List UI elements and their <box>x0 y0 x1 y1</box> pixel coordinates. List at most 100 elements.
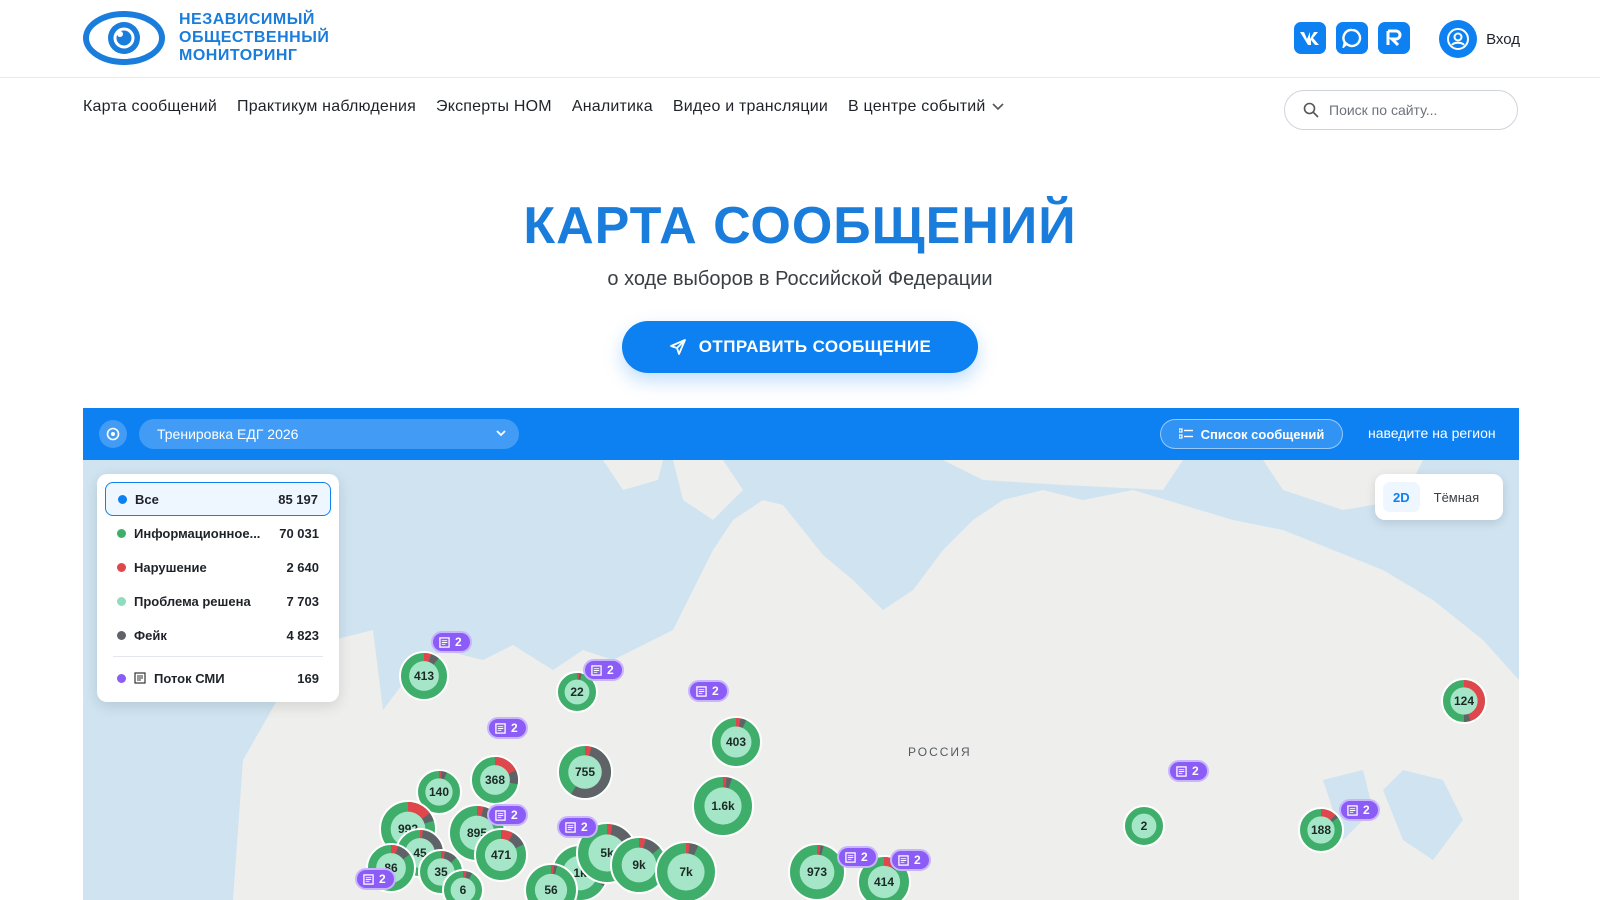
list-icon <box>1178 428 1193 439</box>
newspaper-icon <box>495 809 506 821</box>
map-cluster[interactable]: 188 <box>1298 807 1344 853</box>
cluster-count: 403 <box>726 735 746 749</box>
legend-label: Фейк <box>134 627 167 643</box>
view-2d-option[interactable]: 2D <box>1383 482 1420 512</box>
newspaper-icon <box>696 685 707 697</box>
cluster-count: 6 <box>460 883 467 897</box>
election-select[interactable]: Тренировка ЕДГ 2026 <box>139 419 519 449</box>
cluster-count: 1.6k <box>711 799 735 813</box>
chevron-down-icon <box>496 430 506 437</box>
user-icon <box>1439 20 1478 58</box>
view-dark-option[interactable]: Тёмная <box>1424 482 1490 512</box>
map-cluster[interactable]: 471 <box>474 828 528 882</box>
map-toolbar: Тренировка ЕДГ 2026 Список сообщений нав… <box>83 408 1519 460</box>
legend-label: Нарушение <box>134 559 207 575</box>
site-header: НЕЗАВИСИМЫЙ ОБЩЕСТВЕННЫЙ МОНИТОРИНГ Вход <box>0 0 1600 78</box>
location-button[interactable] <box>99 420 127 448</box>
media-badge[interactable]: 2 <box>487 804 528 826</box>
media-badge-count: 2 <box>1192 764 1199 778</box>
map-cluster[interactable]: 413 <box>399 651 449 701</box>
legend-item-all[interactable]: Все 85 197 <box>105 482 331 516</box>
media-badge-count: 2 <box>511 721 518 735</box>
status-dot <box>117 562 126 572</box>
map-canvas[interactable]: РОССИЯ 413 22 403 755 368 140 1.6k 2 188 124 992 45… <box>83 460 1519 900</box>
logo-line-2: ОБЩЕСТВЕННЫЙ <box>179 29 330 46</box>
map-cluster[interactable]: 124 <box>1441 678 1487 724</box>
map-cluster[interactable]: 6 <box>442 869 484 900</box>
map-cluster[interactable]: 973 <box>788 843 846 900</box>
nav-item-practicum[interactable]: Практикум наблюдения <box>237 98 416 116</box>
nav-item-events-label: В центре событий <box>848 98 986 115</box>
legend-count: 2 640 <box>286 559 319 575</box>
cluster-count: 368 <box>485 773 505 787</box>
media-badge[interactable]: 2 <box>890 849 931 871</box>
media-badge[interactable]: 2 <box>837 846 878 868</box>
nav-item-events[interactable]: В центре событий <box>848 98 1004 116</box>
cluster-count: 755 <box>575 765 595 779</box>
status-dot <box>117 630 126 640</box>
legend-item-fake[interactable]: Фейк 4 823 <box>105 618 331 652</box>
map-cluster[interactable]: 1.6k <box>692 775 754 837</box>
media-badge[interactable]: 2 <box>487 717 528 739</box>
site-logo[interactable]: НЕЗАВИСИМЫЙ ОБЩЕСТВЕННЫЙ МОНИТОРИНГ <box>83 10 329 66</box>
map-cluster[interactable]: 403 <box>710 716 762 768</box>
location-pin-icon <box>106 427 120 441</box>
vk-icon[interactable] <box>1294 22 1326 54</box>
legend-item-info[interactable]: Информационное... 70 031 <box>105 516 331 550</box>
legend-label: Все <box>135 491 159 507</box>
legend-count: 7 703 <box>286 593 319 609</box>
logo-line-3: МОНИТОРИНГ <box>179 47 298 64</box>
max-icon[interactable] <box>1336 22 1368 54</box>
map-cluster[interactable]: 368 <box>470 755 520 805</box>
login-button[interactable]: Вход <box>1439 20 1520 58</box>
cluster-count: 973 <box>807 865 827 879</box>
legend-item-media[interactable]: Поток СМИ 169 <box>105 661 331 695</box>
media-badge[interactable]: 2 <box>431 631 472 653</box>
site-search[interactable] <box>1284 90 1518 130</box>
map-cluster[interactable]: 7k <box>655 841 717 900</box>
newspaper-icon <box>591 664 602 676</box>
map-cluster[interactable]: 755 <box>557 744 613 800</box>
map-view-toggle: 2D Тёмная <box>1375 474 1503 520</box>
media-badge-count: 2 <box>455 635 462 649</box>
message-list-button[interactable]: Список сообщений <box>1160 419 1343 449</box>
map-cluster[interactable]: 2 <box>1123 805 1165 847</box>
media-badge-count: 2 <box>861 850 868 864</box>
send-icon <box>669 339 686 355</box>
newspaper-icon <box>565 821 576 833</box>
election-select-value: Тренировка ЕДГ 2026 <box>157 426 299 442</box>
cluster-count: 9k <box>632 858 646 872</box>
newspaper-icon <box>134 672 146 684</box>
legend-item-violation[interactable]: Нарушение 2 640 <box>105 550 331 584</box>
media-badge[interactable]: 2 <box>688 680 729 702</box>
legend-label: Информационное... <box>134 525 261 541</box>
newspaper-icon <box>363 873 374 885</box>
message-list-label: Список сообщений <box>1200 426 1325 442</box>
media-badge[interactable]: 2 <box>557 816 598 838</box>
legend-count: 4 823 <box>286 627 319 643</box>
eye-logo-icon <box>83 11 165 65</box>
media-badge-count: 2 <box>379 872 386 886</box>
hover-hint: наведите на регион <box>1368 425 1496 441</box>
legend-count: 70 031 <box>279 525 319 541</box>
legend-count: 169 <box>297 670 319 686</box>
legend-item-resolved[interactable]: Проблема решена 7 703 <box>105 584 331 618</box>
search-input[interactable] <box>1329 102 1499 118</box>
nav-item-video[interactable]: Видео и трансляции <box>673 98 828 116</box>
rutube-icon[interactable] <box>1378 22 1410 54</box>
legend-count: 85 197 <box>278 491 318 507</box>
media-badge[interactable]: 2 <box>583 659 624 681</box>
newspaper-icon <box>898 854 909 866</box>
legend-label: Поток СМИ <box>154 670 225 686</box>
cluster-count: 56 <box>544 883 558 897</box>
media-badge[interactable]: 2 <box>1339 799 1380 821</box>
nav-item-analytics[interactable]: Аналитика <box>572 98 653 116</box>
search-icon <box>1303 102 1319 118</box>
nav-item-map[interactable]: Карта сообщений <box>83 98 217 116</box>
main-nav: Карта сообщений Практикум наблюдения Экс… <box>83 98 1004 116</box>
media-badge[interactable]: 2 <box>1168 760 1209 782</box>
media-badge[interactable]: 2 <box>355 868 396 890</box>
send-message-button[interactable]: ОТПРАВИТЬ СООБЩЕНИЕ <box>622 321 978 373</box>
logo-line-1: НЕЗАВИСИМЫЙ <box>179 11 315 28</box>
nav-item-experts[interactable]: Эксперты НОМ <box>436 98 552 116</box>
